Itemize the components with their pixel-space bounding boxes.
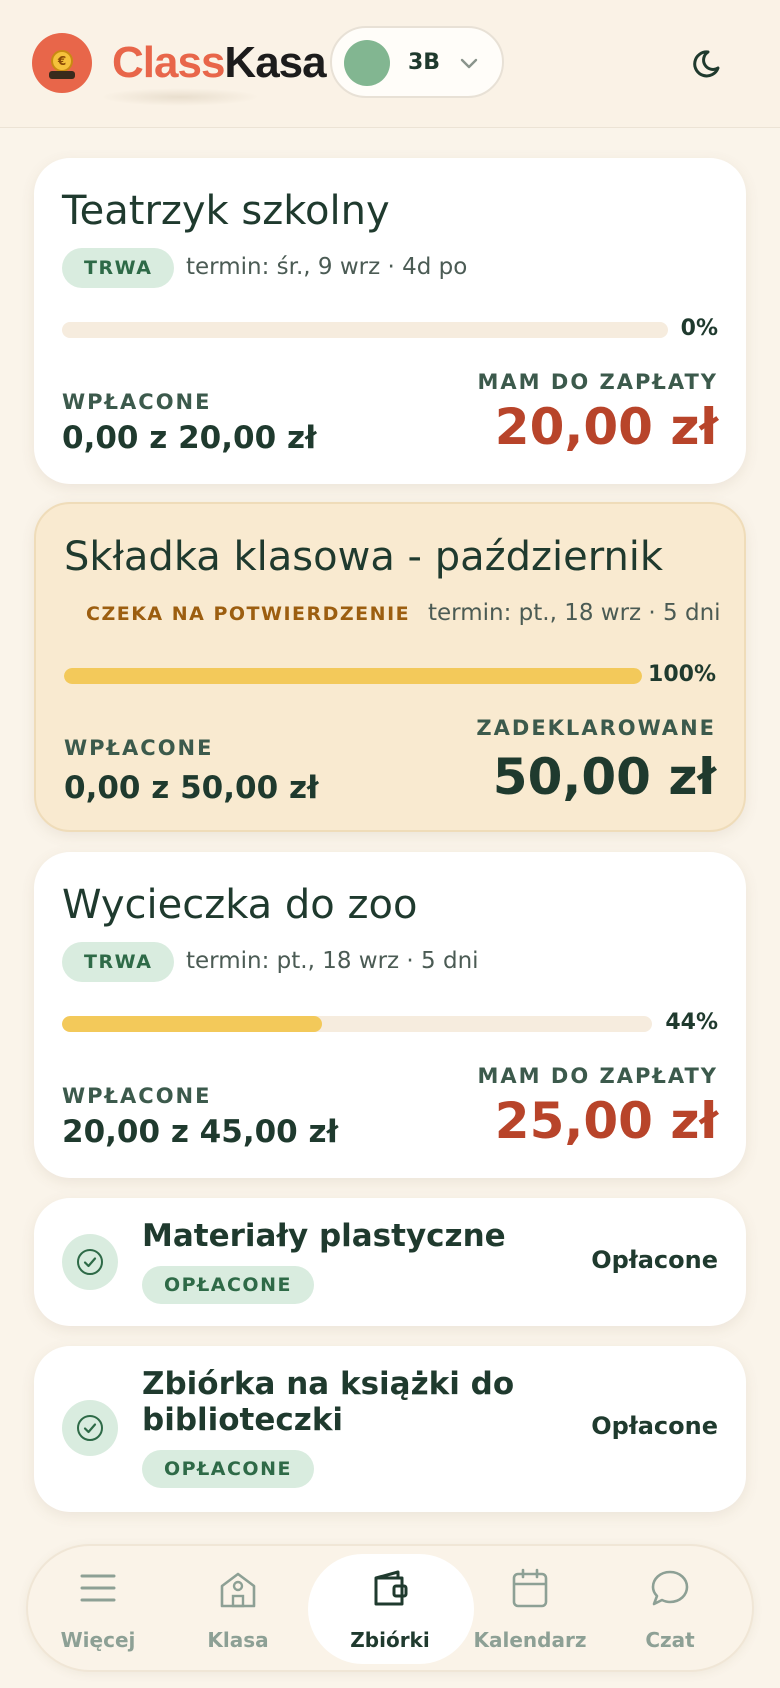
progress-bar <box>64 668 642 684</box>
chevron-down-icon <box>460 58 478 69</box>
nav-label: Zbiórki <box>350 1628 430 1652</box>
collection-title: Teatrzyk szkolny <box>62 188 390 234</box>
status-badge: TRWA <box>62 248 175 288</box>
nav-label: Więcej <box>60 1628 136 1652</box>
due-label: MAM DO ZAPŁATY <box>477 370 718 394</box>
status-badge: CZEKA NA POTWIERDZENIE <box>86 603 411 625</box>
collection-title: Wycieczka do zoo <box>62 882 418 928</box>
deadline-text: termin: śr., 9 wrz · 4d po <box>186 254 468 280</box>
collection-title: Zbiórka na książki do biblioteczki <box>142 1366 515 1438</box>
nav-label: Kalendarz <box>473 1628 587 1652</box>
paid-collection-card[interactable]: Materiały plastyczne OPŁACONE Opłacone <box>34 1198 746 1326</box>
bottom-nav: Więcej Klasa Zbiórki Kalendarz Czat <box>26 1544 754 1672</box>
due-amount: 25,00 zł <box>494 1092 718 1150</box>
deadline-text: termin: pt., 18 wrz · 5 dni <box>428 600 721 626</box>
status-badge: TRWA <box>62 942 175 982</box>
class-avatar <box>344 40 390 86</box>
status-badge: OPŁACONE <box>142 1450 314 1488</box>
nav-item-collections[interactable]: Zbiórki <box>320 1546 460 1670</box>
coin-symbol: € <box>51 50 73 72</box>
nav-label: Czat <box>645 1628 695 1652</box>
logo-icon: € <box>32 33 92 93</box>
menu-icon <box>80 1574 116 1602</box>
class-name: 3B <box>408 50 441 75</box>
nav-label: Klasa <box>207 1628 269 1652</box>
check-circle-icon <box>62 1400 118 1456</box>
nav-item-calendar[interactable]: Kalendarz <box>460 1546 600 1670</box>
progress-label: 0% <box>680 316 718 341</box>
status-badge: OPŁACONE <box>142 1266 314 1304</box>
school-icon <box>220 1572 256 1608</box>
moon-icon[interactable] <box>690 44 730 84</box>
brand-part-class: Class <box>112 38 225 87</box>
progress-label: 44% <box>665 1010 718 1035</box>
due-label: ZADEKLAROWANE <box>476 716 716 740</box>
paid-collection-card[interactable]: Zbiórka na książki do biblioteczki OPŁAC… <box>34 1346 746 1512</box>
collection-title: Składka klasowa - październik <box>64 534 664 580</box>
app-header: € ClassKasa 3B <box>0 0 780 128</box>
nav-item-more[interactable]: Więcej <box>28 1546 168 1670</box>
paid-label: WPŁACONE <box>62 1084 212 1108</box>
due-amount: 50,00 zł <box>492 748 716 806</box>
chat-icon <box>651 1570 689 1606</box>
deadline-text: termin: pt., 18 wrz · 5 dni <box>186 948 479 974</box>
app-brand: ClassKasa <box>112 38 327 88</box>
due-amount: 20,00 zł <box>494 398 718 456</box>
calendar-icon <box>512 1568 548 1608</box>
paid-amount: 0,00 z 20,00 zł <box>62 420 317 456</box>
paid-amount: 0,00 z 50,00 zł <box>64 770 319 806</box>
paid-label: WPŁACONE <box>62 390 212 414</box>
check-circle-icon <box>62 1234 118 1290</box>
collection-card[interactable]: Składka klasowa - październik CZEKA NA P… <box>34 502 746 832</box>
payment-status: Opłacone <box>591 1246 718 1274</box>
nav-item-class[interactable]: Klasa <box>168 1546 308 1670</box>
nav-item-chat[interactable]: Czat <box>600 1546 740 1670</box>
wallet-icon <box>374 1570 408 1606</box>
collection-title: Materiały plastyczne <box>142 1218 506 1254</box>
due-label: MAM DO ZAPŁATY <box>477 1064 718 1088</box>
paid-label: WPŁACONE <box>64 736 214 760</box>
progress-bar <box>62 1016 652 1032</box>
payment-status: Opłacone <box>591 1412 718 1440</box>
paid-amount: 20,00 z 45,00 zł <box>62 1114 339 1150</box>
collection-card[interactable]: Wycieczka do zoo TRWA termin: pt., 18 wr… <box>34 852 746 1178</box>
progress-bar <box>62 322 668 338</box>
class-selector[interactable]: 3B <box>330 26 504 98</box>
collection-card[interactable]: Teatrzyk szkolny TRWA termin: śr., 9 wrz… <box>34 158 746 484</box>
progress-label: 100% <box>648 662 716 687</box>
brand-part-kasa: Kasa <box>224 38 326 87</box>
